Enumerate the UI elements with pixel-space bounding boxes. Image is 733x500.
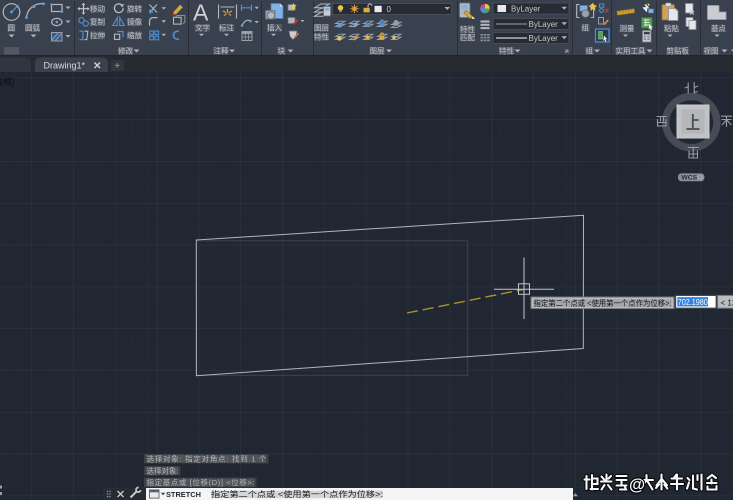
svg-text:< 12: < 12: [721, 299, 733, 308]
svg-text:ByLayer: ByLayer: [529, 20, 559, 29]
svg-text:Drawing1*: Drawing1*: [44, 60, 86, 70]
svg-text:STRETCH: STRETCH: [166, 490, 201, 499]
svg-text:线框]: 线框]: [0, 76, 15, 87]
svg-text:702.1980: 702.1980: [678, 297, 708, 307]
svg-text:+: +: [114, 61, 120, 72]
svg-text:@: @: [629, 476, 645, 494]
svg-text:0: 0: [387, 5, 392, 14]
svg-text:ByLayer: ByLayer: [511, 5, 541, 14]
svg-text:ByLayer: ByLayer: [529, 34, 559, 43]
svg-text:WCS: WCS: [681, 175, 697, 182]
svg-text:A: A: [193, 0, 209, 26]
